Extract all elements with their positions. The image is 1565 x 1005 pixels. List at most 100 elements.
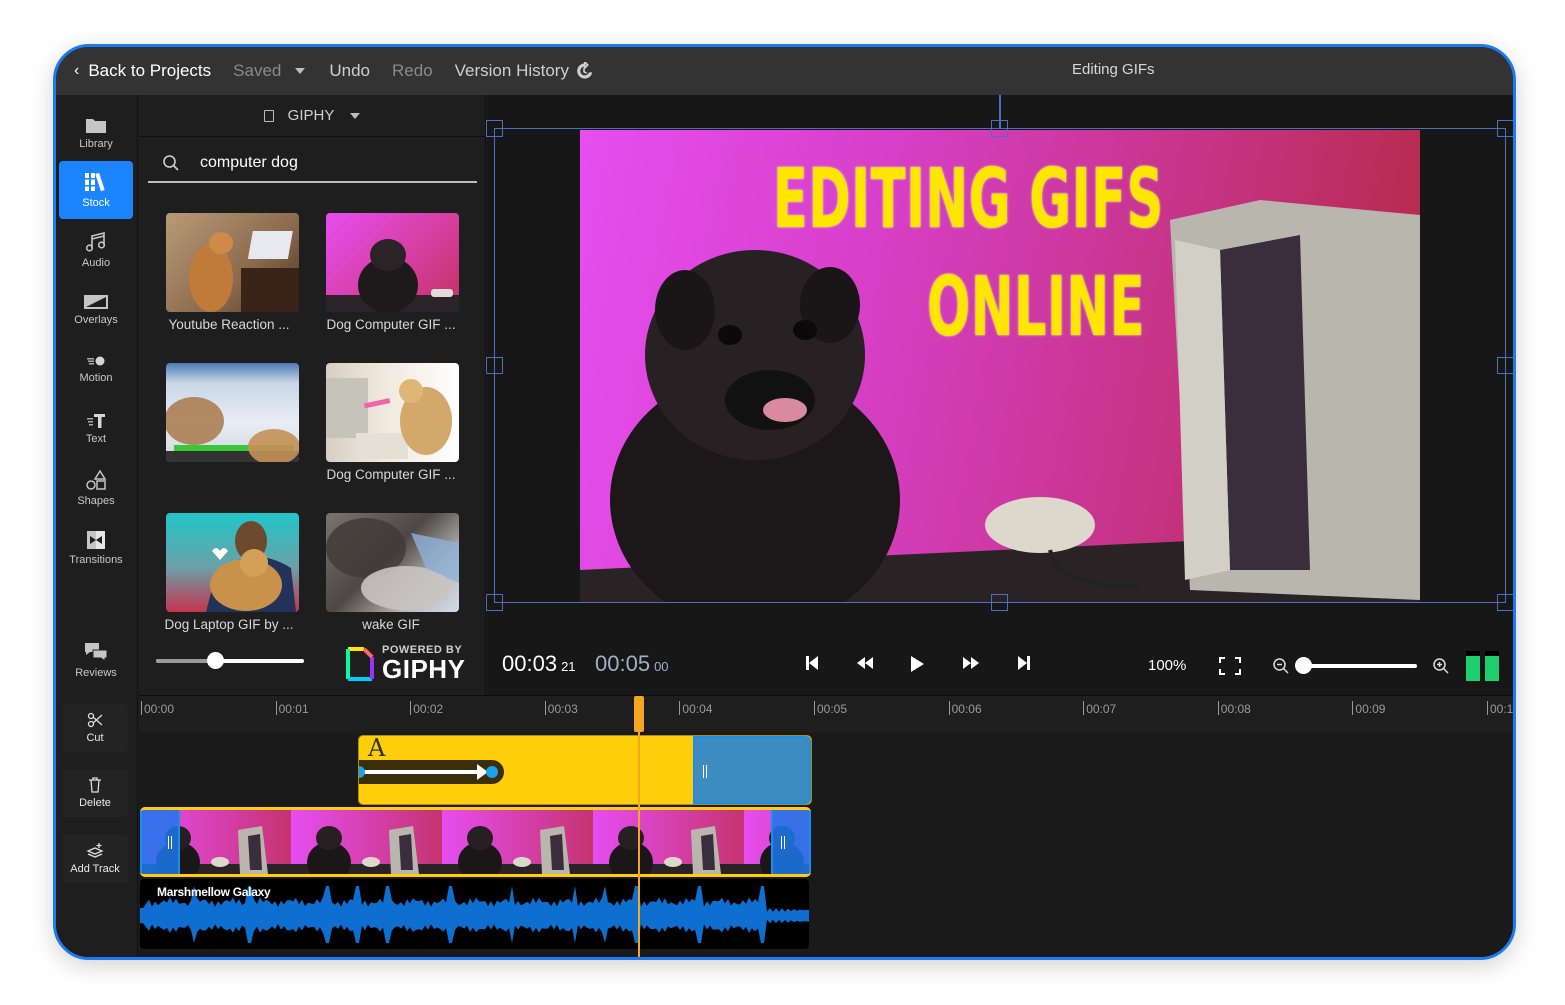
search-bar [148,145,477,183]
resize-handle-bottom-left[interactable] [486,594,503,611]
audio-meter-right [1485,651,1499,681]
skip-to-end-icon[interactable] [1017,655,1031,671]
zoom-level[interactable]: 100% [1148,657,1186,674]
resize-handle-top[interactable] [991,120,1008,137]
sidebar-item-stock[interactable]: Stock [59,161,133,219]
slider-knob[interactable] [207,652,225,669]
grip-icon[interactable] [703,765,707,778]
powered-by-giphy-logo: POWERED BY GIPHY [346,645,465,682]
current-time: 00:03 21 [502,651,576,677]
folder-icon [86,119,106,133]
sidebar-item-audio[interactable]: Audio [59,221,133,279]
playhead-handle[interactable] [634,696,645,732]
result-label: Dog Laptop GIF by ... [164,617,294,632]
chevron-down-icon [350,112,361,119]
add-track-label: Add Track [70,863,120,875]
chat-bubbles-icon [85,643,108,662]
redo-button[interactable]: Redo [392,61,433,81]
resize-handle-bottom-right[interactable] [1497,594,1513,611]
animation-start-dot[interactable] [359,766,365,778]
delete-label: Delete [79,797,111,809]
add-track-button[interactable]: Add Track [62,835,128,883]
clip-trim-handle-right[interactable] [771,810,811,874]
sidebar-item-library[interactable]: Library [59,104,133,162]
music-note-icon [85,231,106,252]
result-thumbnail[interactable] [326,213,459,312]
resize-handle-left[interactable] [486,357,503,374]
sidebar-item-label: Shapes [77,495,115,507]
animation-arrow-line [359,770,481,774]
result-thumbnail[interactable] [326,363,459,462]
result-label: Dog Computer GIF ... [326,467,456,482]
skip-to-start-icon[interactable] [805,655,819,671]
result-label: Dog Computer GIF ... [326,317,456,332]
grip-icon [781,836,785,849]
back-label: Back to Projects [88,61,212,80]
fast-forward-icon[interactable] [961,655,981,671]
sidebar-item-label: Overlays [74,314,118,326]
fullscreen-icon[interactable] [1218,656,1242,676]
undo-button[interactable]: Undo [329,61,370,81]
shapes-icon [86,469,107,490]
ruler-tick: 00:01 [275,701,309,716]
resize-handle-bottom[interactable] [991,594,1008,611]
animation-bar[interactable] [359,760,504,784]
timeline[interactable]: 00:00 00:01 00:02 00:03 00:04 00:05 00:06 00:07… [139,695,1513,957]
zoom-out-icon[interactable] [1272,657,1290,675]
resize-handle-top-right[interactable] [1497,120,1513,137]
result-thumbnail[interactable] [166,513,299,612]
cut-label: Cut [86,732,104,744]
thumbnail-size-slider[interactable] [156,652,304,669]
sidebar-item-shapes[interactable]: Shapes [59,459,133,517]
delete-button[interactable]: Delete [62,769,128,817]
result-thumbnail[interactable] [166,363,299,462]
sidebar-item-overlays[interactable]: Overlays [59,281,133,339]
clip-trim-handle-left[interactable] [140,810,180,874]
transition-icon [87,531,105,549]
result-thumbnail[interactable] [326,513,459,612]
sidebar-item-motion[interactable]: Motion [59,340,133,398]
animation-end-dot[interactable] [486,766,498,778]
resize-handle-top-left[interactable] [486,120,503,137]
audio-clip[interactable]: Marshmellow Galaxy [140,879,809,949]
total-time-value: 00:05 [595,651,651,676]
sidebar-item-label: Text [85,433,107,445]
zoom-in-icon[interactable] [1432,657,1450,675]
overlay-icon [84,295,108,309]
search-input[interactable] [200,154,460,172]
version-history-button[interactable]: Version History [455,61,593,81]
text-clip[interactable]: A [358,735,812,805]
history-icon [577,62,593,79]
filmstrip-frame [291,810,442,874]
source-dropdown[interactable]: GIPHY [139,95,485,137]
zoom-slider-knob[interactable] [1295,657,1312,674]
timeline-zoom-slider[interactable] [1295,657,1417,674]
cut-button[interactable]: Cut [62,704,128,752]
sidebar-item-label: Stock [82,197,110,209]
rewind-icon[interactable] [855,655,875,671]
ruler-tick: 00:03 [544,701,578,716]
resize-handle-right[interactable] [1497,357,1513,374]
back-to-projects-button[interactable]: ‹ Back to Projects [74,61,211,81]
scissors-icon [87,712,103,728]
video-preview: EDITING GIFS ONLINE [486,95,1513,639]
result-thumbnail[interactable] [166,213,299,312]
text-clip-extension[interactable] [693,736,811,804]
timeline-ruler[interactable]: 00:00 00:01 00:02 00:03 00:04 00:05 00:06 00:07… [139,696,1513,732]
save-options-caret-icon[interactable] [295,68,306,74]
selection-box [494,128,1506,603]
play-icon[interactable] [909,655,925,673]
sidebar-item-label: Audio [81,257,111,269]
sidebar-item-text[interactable]: Text [59,400,133,458]
sidebar-item-transitions[interactable]: Transitions [59,519,133,577]
trash-icon [89,777,101,793]
ruler-tick: 00:04 [679,701,712,716]
grip-icon [168,836,172,849]
sidebar-item-reviews[interactable]: Reviews [59,631,133,689]
ruler-tick: 00:07 [1083,701,1116,716]
video-clip[interactable] [140,807,811,877]
audio-track-name: Marshmellow Galaxy [157,885,271,899]
sidebar-item-label: Transitions [69,554,123,566]
source-label: GIPHY [287,107,335,124]
top-bar: ‹ Back to Projects Saved Undo Redo Versi… [56,47,1513,95]
